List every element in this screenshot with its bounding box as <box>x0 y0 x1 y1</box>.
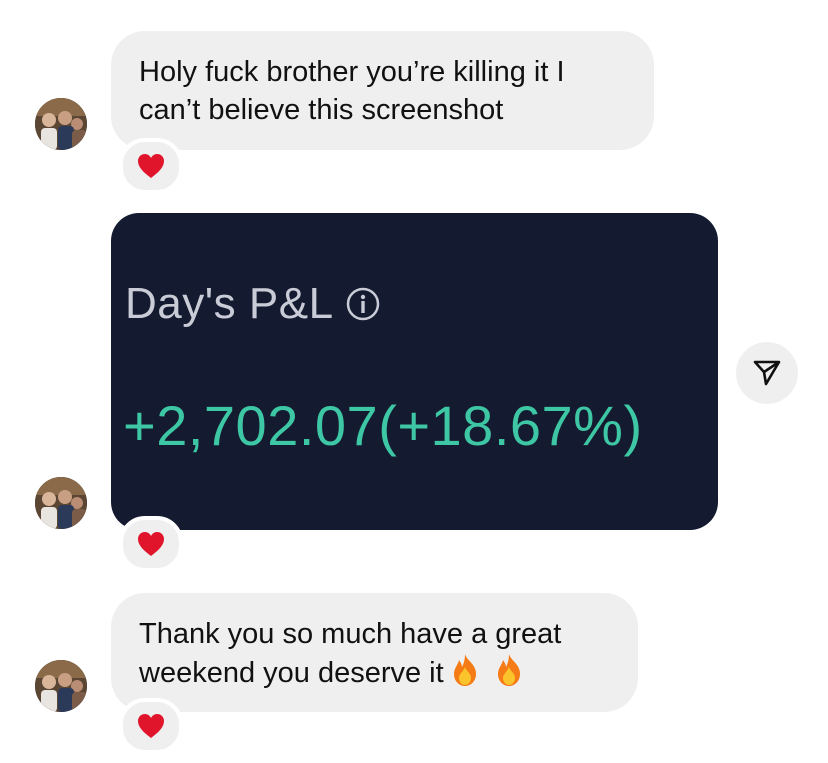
sender-avatar[interactable] <box>35 477 87 529</box>
heart-reaction[interactable] <box>119 516 183 572</box>
pl-title: Day's P&L <box>125 279 380 329</box>
sender-avatar[interactable] <box>35 98 87 150</box>
message-thread: Holy fuck brother you’re killing it I ca… <box>0 0 828 763</box>
fire-emoji-icon <box>497 654 520 686</box>
heart-reaction[interactable] <box>119 698 183 754</box>
heart-reaction[interactable] <box>119 138 183 194</box>
info-icon <box>346 287 379 321</box>
received-message-bubble[interactable]: Thank you so much have a great weekend y… <box>111 593 638 712</box>
heart-icon <box>138 532 164 556</box>
share-button[interactable] <box>736 342 798 404</box>
paper-plane-icon <box>753 360 781 386</box>
fire-emoji-icon <box>453 654 476 686</box>
heart-icon <box>138 714 164 738</box>
sender-avatar[interactable] <box>35 660 87 712</box>
received-message-bubble[interactable]: Holy fuck brother you’re killing it I ca… <box>111 31 654 150</box>
heart-icon <box>138 154 164 178</box>
pl-title-text: Day's P&L <box>125 279 334 328</box>
message-text: Holy fuck brother you’re killing it I ca… <box>139 56 565 126</box>
shared-screenshot-image[interactable]: Day's P&L +2,702.07(+18.67%) <box>111 213 718 530</box>
pl-value: +2,702.07(+18.67%) <box>123 394 643 457</box>
